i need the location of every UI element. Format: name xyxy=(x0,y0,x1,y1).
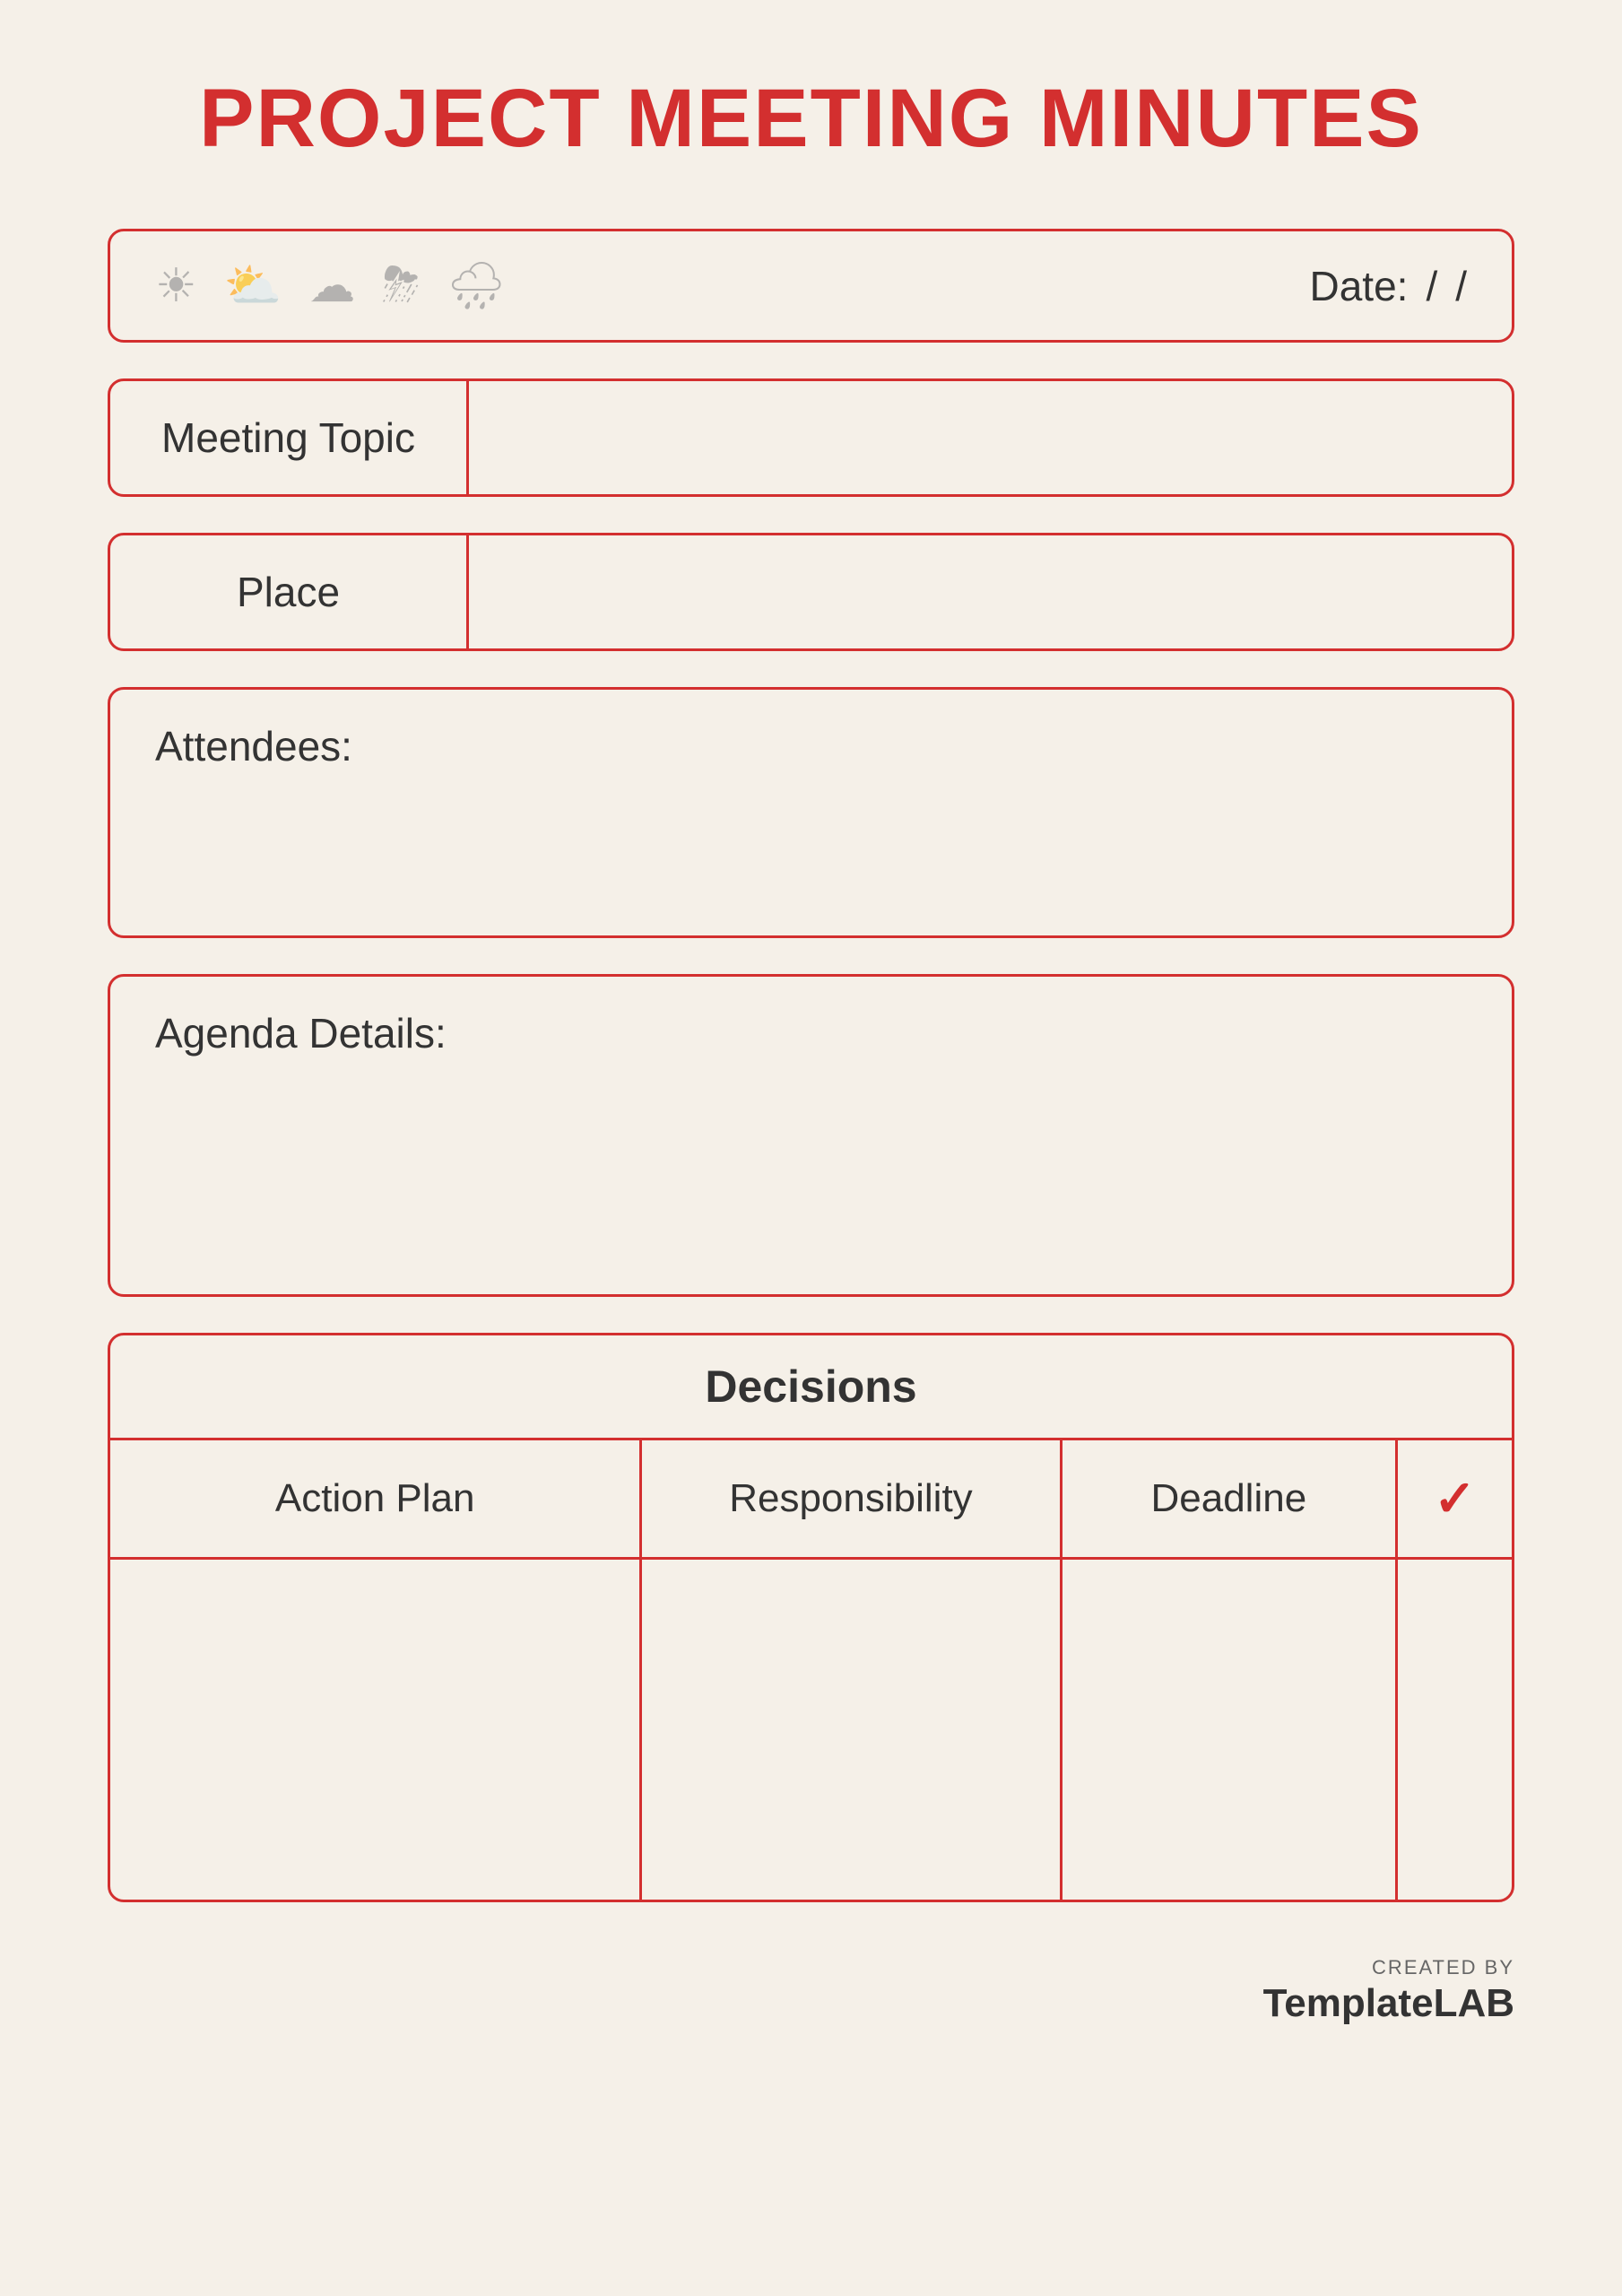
place-input[interactable] xyxy=(469,535,1512,648)
check-column-header: ✓ xyxy=(1397,1440,1512,1559)
responsibility-column-header: Responsibility xyxy=(641,1440,1061,1559)
thunderstorm-icon: ⛈ xyxy=(382,258,420,313)
meeting-topic-label: Meeting Topic xyxy=(110,381,469,494)
decisions-table-header-row: Action Plan Responsibility Deadline ✓ xyxy=(110,1440,1512,1559)
date-label: Date: xyxy=(1309,262,1408,310)
action-plan-column-header: Action Plan xyxy=(110,1440,641,1559)
created-by-text: CREATED BY xyxy=(1372,1956,1514,1979)
deadline-column-header: Deadline xyxy=(1061,1440,1396,1559)
place-label: Place xyxy=(110,535,469,648)
decisions-table: Action Plan Responsibility Deadline ✓ xyxy=(110,1440,1512,1900)
decisions-section: Decisions Action Plan Responsibility Dea… xyxy=(108,1333,1514,1902)
agenda-section[interactable]: Agenda Details: xyxy=(108,974,1514,1297)
deadline-cell[interactable] xyxy=(1061,1559,1396,1900)
meeting-topic-input[interactable] xyxy=(469,381,1512,494)
action-plan-cell[interactable] xyxy=(110,1559,641,1900)
weather-icons-group: ☀ ⛅ ☁ ⛈ 🌧 xyxy=(155,258,506,313)
table-row[interactable] xyxy=(110,1559,1512,1900)
logo-text: TemplateLAB xyxy=(1263,1981,1514,2026)
attendees-section[interactable]: Attendees: xyxy=(108,687,1514,938)
check-cell[interactable] xyxy=(1397,1559,1512,1900)
footer: CREATED BY TemplateLAB xyxy=(108,1956,1514,2026)
page-title: PROJECT MEETING MINUTES xyxy=(108,72,1514,166)
place-row: Place xyxy=(108,533,1514,651)
attendees-label: Attendees: xyxy=(155,722,1467,770)
meeting-topic-row: Meeting Topic xyxy=(108,378,1514,497)
weather-date-section: ☀ ⛅ ☁ ⛈ 🌧 Date: / / xyxy=(108,229,1514,343)
partly-cloudy-icon: ⛅ xyxy=(224,258,282,313)
logo-bold: LAB xyxy=(1434,1981,1514,2025)
logo-plain: Template xyxy=(1263,1981,1434,2025)
sun-icon: ☀ xyxy=(155,259,197,313)
date-slash-1: / xyxy=(1426,262,1437,310)
agenda-label: Agenda Details: xyxy=(155,1009,1467,1057)
page: PROJECT MEETING MINUTES ☀ ⛅ ☁ ⛈ 🌧 Date: … xyxy=(0,0,1622,2296)
rain-icon: 🌧 xyxy=(447,258,506,313)
responsibility-cell[interactable] xyxy=(641,1559,1061,1900)
cloudy-icon: ☁ xyxy=(308,259,355,313)
date-slash-2: / xyxy=(1455,262,1467,310)
templatelab-logo: CREATED BY TemplateLAB xyxy=(1263,1956,1514,2026)
date-section: Date: / / xyxy=(1309,262,1467,310)
decisions-header: Decisions xyxy=(110,1335,1512,1440)
